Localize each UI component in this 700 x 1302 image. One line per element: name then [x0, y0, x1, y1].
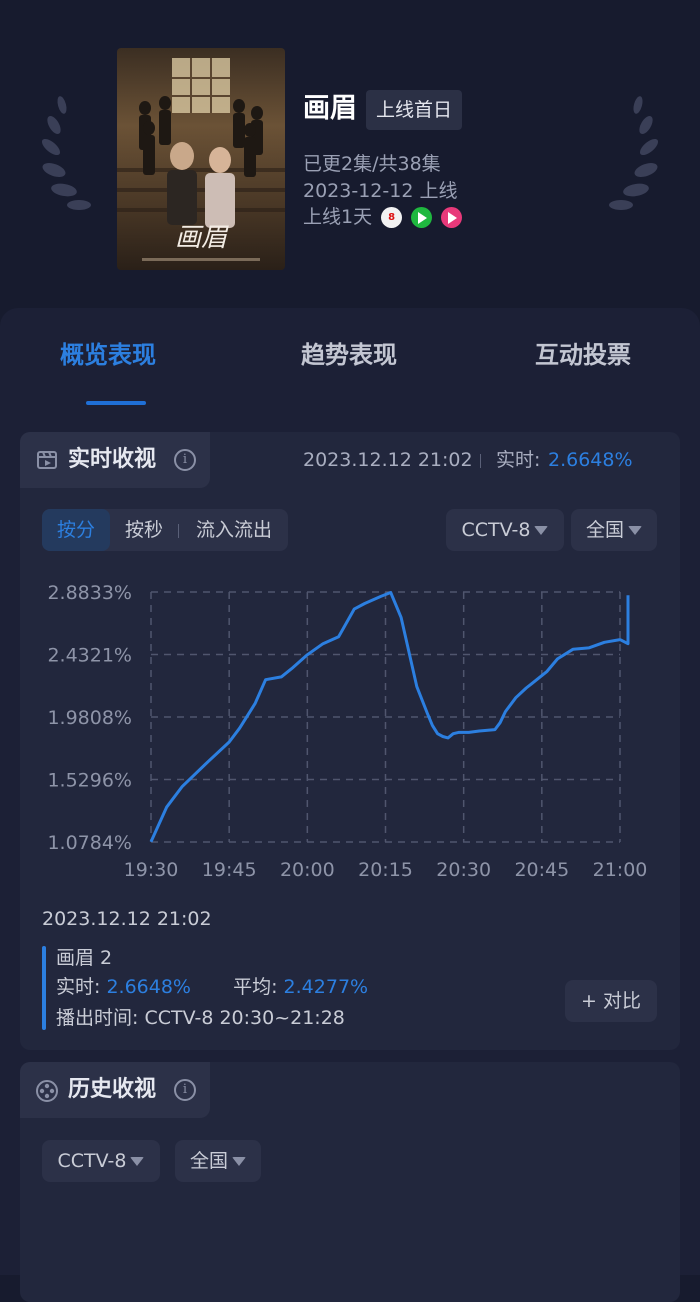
history-channel-select[interactable]: CCTV-8	[42, 1140, 160, 1182]
info-icon[interactable]: i	[174, 449, 196, 471]
x-tick-label: 21:00	[593, 859, 648, 881]
realtime-title: 实时收视	[68, 447, 157, 472]
divider	[178, 524, 179, 538]
x-tick-label: 20:00	[280, 859, 335, 881]
y-tick-label: 2.4321%	[47, 645, 132, 667]
compare-button[interactable]: + 对比	[565, 980, 657, 1022]
realtime-timestamp: 2023.12.12 21:02	[303, 449, 473, 471]
segment-by-second[interactable]: 按秒	[110, 509, 178, 551]
realtime-label: 实时:	[496, 449, 541, 471]
realtime-chart[interactable]: 2.8833% 2.4321% 1.9808% 1.5296% 1.0784% 19:3…	[20, 570, 680, 890]
platform-row: 上线1天 8	[303, 204, 463, 230]
detail-realtime-label: 实时:	[56, 976, 101, 998]
detail-average-value: 2.4277%	[283, 976, 369, 998]
realtime-card-header: 实时收视 i	[20, 432, 210, 488]
laurel-left-icon	[42, 96, 91, 210]
detail-airtime: 播出时间: CCTV-8 20:30~21:28	[56, 1007, 345, 1029]
x-tick-label: 20:30	[436, 859, 491, 881]
region-select[interactable]: 全国	[571, 509, 657, 551]
history-title: 历史收视	[68, 1077, 157, 1102]
film-reel-icon	[36, 1080, 58, 1102]
info-icon[interactable]: i	[174, 1079, 196, 1101]
x-tick-label: 19:30	[124, 859, 179, 881]
segment-flow[interactable]: 流入流出	[180, 509, 288, 551]
history-channel-value: CCTV-8	[57, 1150, 127, 1172]
history-region-select[interactable]: 全国	[175, 1140, 261, 1182]
days-online: 上线1天	[303, 206, 373, 228]
tab-indicator	[86, 401, 146, 405]
release-date: 2023-12-12 上线	[303, 180, 458, 202]
realtime-value: 2.6648%	[548, 449, 633, 471]
realtime-ratings-card: 实时收视 i 2023.12.12 21:02 实时: 2.6648% 按分 按…	[20, 432, 680, 1050]
detail-realtime-value: 2.6648%	[106, 976, 191, 998]
cctv8-icon[interactable]: 8	[381, 207, 403, 228]
svg-text:画眉: 画眉	[175, 223, 229, 253]
chevron-down-icon	[130, 1157, 145, 1166]
detail-average-label: 平均:	[233, 976, 278, 998]
detail-timestamp: 2023.12.12 21:02	[42, 908, 212, 930]
y-tick-label: 2.8833%	[47, 582, 132, 604]
x-tick-label: 20:45	[514, 859, 569, 881]
detail-rating-row: 实时: 2.6648% 平均: 2.4277%	[56, 974, 368, 1000]
chart-grid	[150, 591, 621, 843]
tab-trend[interactable]: 趋势表现	[301, 337, 397, 373]
tab-overview[interactable]: 概览表现	[60, 337, 156, 373]
y-tick-label: 1.5296%	[47, 770, 132, 792]
youku-icon[interactable]	[441, 207, 463, 228]
y-tick-label: 1.0784%	[47, 832, 132, 854]
series-marker	[42, 946, 46, 1030]
show-title: 画眉	[303, 93, 357, 124]
launch-day-badge: 上线首日	[366, 90, 463, 130]
x-axis-labels: 19:30 19:45 20:00 20:15 20:30 20:45 21:00	[124, 859, 648, 881]
segment-by-minute[interactable]: 按分	[42, 509, 110, 551]
x-tick-label: 20:15	[358, 859, 413, 881]
x-tick-label: 19:45	[202, 859, 257, 881]
region-select-value: 全国	[585, 519, 624, 541]
chevron-down-icon	[232, 1157, 246, 1166]
history-ratings-card: 历史收视 i CCTV-8 全国	[20, 1062, 680, 1302]
film-icon	[37, 451, 57, 469]
y-tick-label: 1.9808%	[47, 707, 132, 729]
granularity-switch: 按分 按秒 流入流出	[42, 509, 288, 551]
history-region-value: 全国	[189, 1150, 228, 1172]
episode-count: 已更2集/共38集	[303, 153, 441, 175]
poster-image: 画眉	[117, 58, 285, 261]
y-axis-labels: 2.8833% 2.4321% 1.9808% 1.5296% 1.0784%	[47, 582, 132, 854]
channel-select[interactable]: CCTV-8	[446, 509, 564, 551]
channel-select-value: CCTV-8	[461, 519, 531, 541]
history-card-header: 历史收视 i	[20, 1062, 210, 1118]
chevron-down-icon	[628, 526, 642, 535]
iqiyi-icon[interactable]	[411, 207, 433, 228]
chevron-down-icon	[534, 526, 549, 535]
laurel-right-icon	[609, 96, 658, 210]
show-header: 画眉 画眉 上线首日 已更2集/共38集 2023-12-12 上线 上线1天 …	[0, 0, 700, 310]
show-poster[interactable]: 画眉	[117, 48, 285, 270]
divider	[480, 454, 481, 468]
tab-vote[interactable]: 互动投票	[535, 337, 631, 373]
detail-show-name: 画眉 2	[56, 947, 113, 969]
